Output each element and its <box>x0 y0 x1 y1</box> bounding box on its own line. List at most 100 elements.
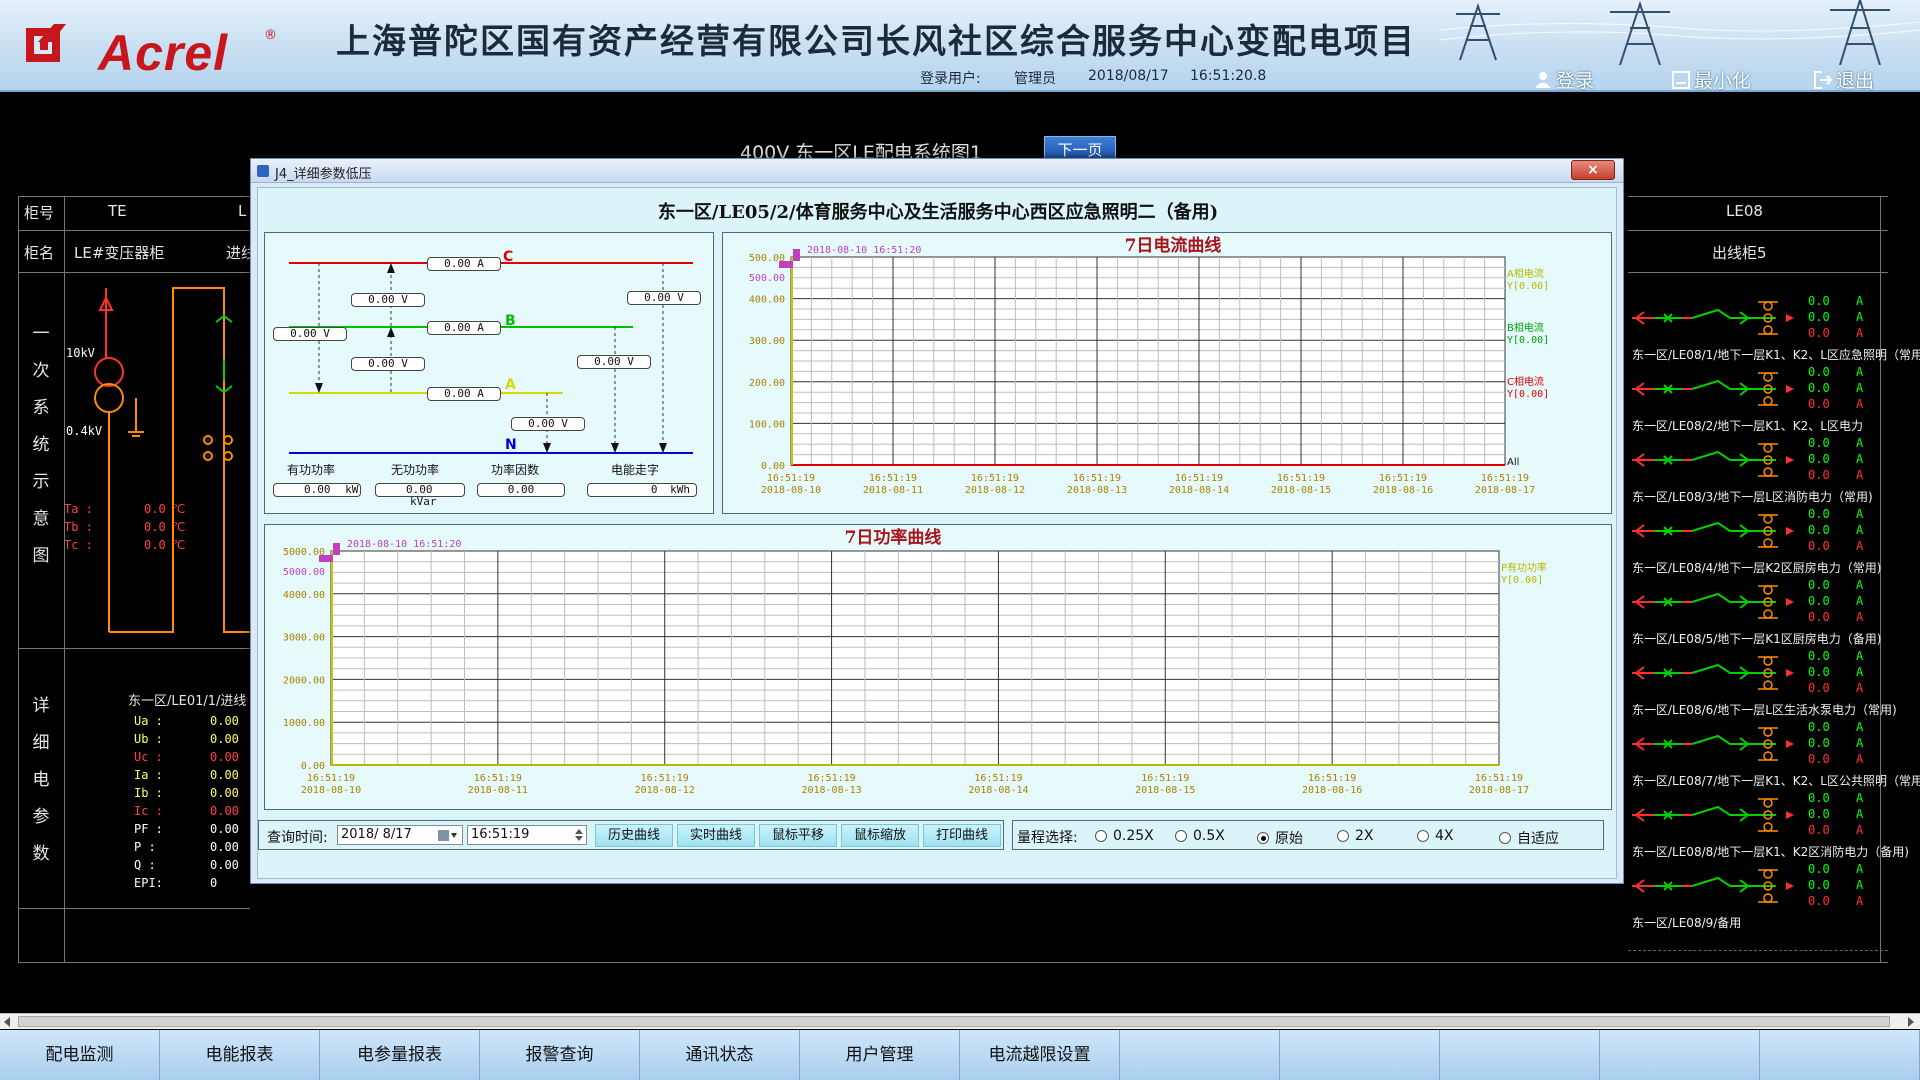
radio-button-icon[interactable] <box>1095 830 1107 842</box>
feeder-circuit[interactable]: 0.0 A 0.0 A 0.0 A 东一区/LE08/4/地下一层K2区厨房电力（常用) <box>1628 507 1920 577</box>
radio-button-icon[interactable] <box>1417 830 1429 842</box>
nav-item[interactable]: 用户管理 <box>800 1030 960 1080</box>
feeder-current-value: 0.0 <box>1808 594 1830 608</box>
detail-dialog: J4_详细参数低压 × 东一区/LE05/2/体育服务中心及生活服务中心西区应急… <box>250 158 1624 884</box>
radio-button-icon[interactable] <box>1337 830 1349 842</box>
x-tick-time: 16:51:19 <box>1141 773 1189 784</box>
query-time-input[interactable]: 16:51:19 <box>467 825 587 845</box>
nav-item-empty[interactable] <box>1760 1030 1920 1080</box>
x-tick-time: 16:51:19 <box>1481 473 1529 484</box>
range-option[interactable]: 2X <box>1337 828 1374 844</box>
radio-button-icon[interactable] <box>1175 830 1187 842</box>
temp-label: Tb : <box>64 520 93 534</box>
current-chart[interactable]: 7日电流曲线 500.00 400.00 300.00 200.00 100.00 0.00… <box>723 233 1613 515</box>
app-header: Acrel ® 上海普陀区国有资产经营有限公司长风社区综合服务中心变配电项目 登… <box>0 0 1920 92</box>
feeder-circuit[interactable]: 0.0 A 0.0 A 0.0 A 东一区/LE08/1/地下一层K1、K2、L区应急照明（… <box>1628 294 1920 364</box>
horizontal-scrollbar[interactable] <box>0 1013 1920 1029</box>
power-pylons-illustration <box>1440 0 1920 65</box>
param-value: 0.00 <box>210 768 239 782</box>
feeder-current-value: 0.0 <box>1808 468 1830 482</box>
dialog-titlebar[interactable]: J4_详细参数低压 × <box>251 159 1623 183</box>
feeder-current-value: 0.0 <box>1808 894 1830 908</box>
cursor-marker <box>779 261 793 268</box>
feeder-current-value: 0.0 <box>1808 665 1830 679</box>
phase-n-label: N <box>505 437 517 453</box>
radio-button-icon[interactable] <box>1257 832 1269 844</box>
grid-line <box>250 962 1628 963</box>
x-tick-date: 2018-08-15 <box>1271 485 1331 496</box>
header-date: 2018/08/17 <box>1088 68 1169 84</box>
range-option[interactable]: 4X <box>1417 828 1454 844</box>
feeder-current-unit: A <box>1856 578 1864 592</box>
mouse-pan-button[interactable]: 鼠标平移 <box>759 824 837 847</box>
range-option[interactable]: 自适应 <box>1499 828 1559 848</box>
energy-label: 电能走字 <box>611 463 660 477</box>
feeder-breaker-icon <box>1632 585 1794 619</box>
feeder-circuit[interactable]: 0.0 A 0.0 A 0.0 A 东一区/LE08/3/地下一层L区消防电力（常用) <box>1628 436 1920 506</box>
x-tick-date: 2018-08-13 <box>801 785 861 796</box>
grid-line <box>18 230 250 231</box>
range-option-label: 0.25X <box>1113 828 1154 844</box>
y-tick-label: 2000.00 <box>283 675 325 686</box>
current-chart-panel: 7日电流曲线 500.00 400.00 300.00 200.00 100.00 0.00… <box>722 232 1612 514</box>
app-root: Acrel ® 上海普陀区国有资产经营有限公司长风社区综合服务中心变配电项目 登… <box>0 0 1920 1080</box>
feeder-circuit[interactable]: 0.0 A 0.0 A 0.0 A 东一区/LE08/6/地下一层L区生活水泵电力（常用) <box>1628 649 1920 719</box>
scroll-left-icon[interactable] <box>2 1017 12 1027</box>
feeder-circuit[interactable]: 0.0 A 0.0 A 0.0 A 东一区/LE08/7/地下一层K1、K2、L区公共照明（… <box>1628 720 1920 790</box>
range-option[interactable]: 0.25X <box>1095 828 1154 844</box>
feeder-current-unit: A <box>1856 878 1864 892</box>
detail-params-label: 详 细 电 参 数 <box>30 688 52 873</box>
nav-item-empty[interactable] <box>1120 1030 1280 1080</box>
feeder-current-unit: A <box>1856 523 1864 537</box>
nav-item-empty[interactable] <box>1600 1030 1760 1080</box>
range-option[interactable]: 原始 <box>1257 828 1303 848</box>
realtime-curve-button[interactable]: 实时曲线 <box>677 824 755 847</box>
exit-button[interactable]: 退出 <box>1814 66 1874 93</box>
nav-item[interactable]: 通讯状态 <box>640 1030 800 1080</box>
scroll-thumb[interactable] <box>18 1016 1890 1027</box>
feeder-current-value: 0.0 <box>1808 507 1830 521</box>
mouse-zoom-button[interactable]: 鼠标缩放 <box>841 824 919 847</box>
grid-line <box>1628 230 1888 231</box>
nav-item[interactable]: 配电监测 <box>0 1030 160 1080</box>
legend-series-name: C相电流 <box>1507 375 1544 388</box>
feeder-circuit[interactable]: 0.0 A 0.0 A 0.0 A 东一区/LE08/5/地下一层K1区厨房电力（备用) <box>1628 578 1920 648</box>
query-time-label: 查询时间: <box>267 830 328 846</box>
feeder-circuit[interactable]: 0.0 A 0.0 A 0.0 A 东一区/LE08/2/地下一层K1、K2、L区电力 <box>1628 365 1920 435</box>
chart-title: 7日电流曲线 <box>1125 235 1222 256</box>
nav-item[interactable]: 电参量报表 <box>320 1030 480 1080</box>
nav-item-empty[interactable] <box>1440 1030 1600 1080</box>
y-tick-label: 3000.00 <box>283 633 325 644</box>
minimize-button[interactable]: 最小化 <box>1672 66 1751 93</box>
grid-line <box>1628 962 1888 963</box>
nav-item[interactable]: 电能报表 <box>160 1030 320 1080</box>
calendar-dropdown-icon[interactable] <box>438 830 458 841</box>
detail-param-row: PF : 0.00 <box>134 822 244 840</box>
y-tick-label: 200.00 <box>749 378 785 389</box>
temp-unit: ℃ <box>172 520 186 534</box>
feeder-circuit[interactable]: 0.0 A 0.0 A 0.0 A 东一区/LE08/8/地下一层K1、K2区消防电力（备用… <box>1628 791 1920 861</box>
lv-label: 0.4kV <box>66 424 103 438</box>
range-option-label: 4X <box>1435 828 1454 844</box>
history-curve-button[interactable]: 历史曲线 <box>595 824 673 847</box>
feeder-current-value: 0.0 <box>1808 791 1830 805</box>
radio-button-icon[interactable] <box>1499 832 1511 844</box>
feeder-circuit[interactable]: 0.0 A 0.0 A 0.0 A 东一区/LE08/9/备用 <box>1628 862 1920 932</box>
power-chart[interactable]: 7日功率曲线 5000.00 4000.00 3000.00 2000.00 1000.0… <box>265 525 1613 811</box>
login-button[interactable]: 登录 <box>1534 66 1594 93</box>
time-spinner-icon[interactable] <box>574 828 584 842</box>
nav-item[interactable]: 电流越限设置 <box>960 1030 1120 1080</box>
nav-item-empty[interactable] <box>1280 1030 1440 1080</box>
print-curve-button[interactable]: 打印曲线 <box>923 824 1001 847</box>
nav-item[interactable]: 报警查询 <box>480 1030 640 1080</box>
feeder-current-value: 0.0 <box>1808 736 1830 750</box>
cursor-timestamp: 2018-08-10 16:51:20 <box>807 245 921 256</box>
scroll-right-icon[interactable] <box>1906 1017 1916 1027</box>
dialog-close-button[interactable]: × <box>1571 160 1615 180</box>
cursor-marker <box>319 555 333 562</box>
feeder-current-unit: A <box>1856 294 1864 308</box>
x-tick-time: 16:51:19 <box>869 473 917 484</box>
range-option[interactable]: 0.5X <box>1175 828 1225 844</box>
query-date-picker[interactable]: 2018/ 8/17 <box>337 825 463 845</box>
circuit-heading: 东一区/LE05/2/体育服务中心及生活服务中心西区应急照明二（备用) <box>657 202 1219 223</box>
